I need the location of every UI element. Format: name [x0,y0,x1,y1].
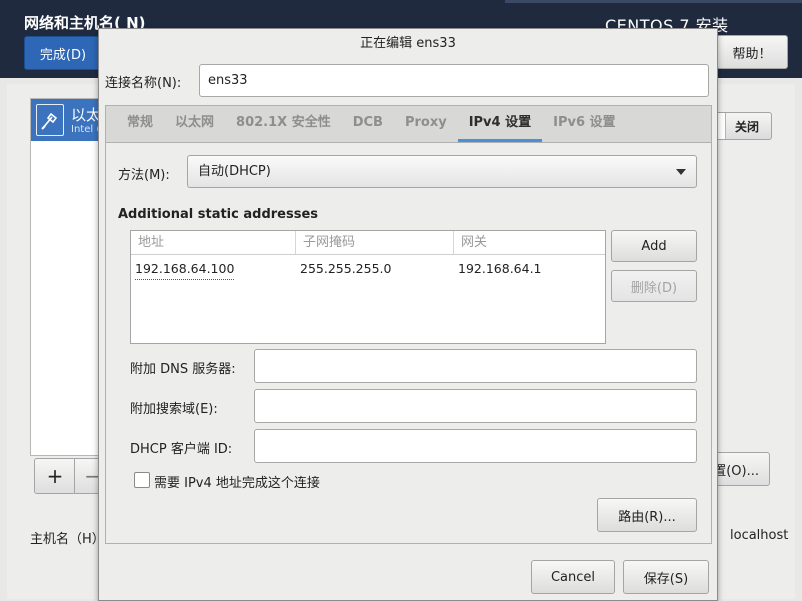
search-domains-label: 附加搜索域(E): [130,402,218,417]
tab-proxy[interactable]: Proxy [394,106,458,142]
done-button[interactable]: 完成(D) [24,36,102,70]
search-domains-input[interactable] [254,389,697,423]
tab-bar: 常规 以太网 802.1X 安全性 DCB Proxy IPv4 设置 IPv6… [106,106,711,143]
table-cell-netmask[interactable]: 255.255.255.0 [300,259,391,279]
routes-button[interactable]: 路由(R)... [597,498,697,532]
hostname-label: 主机名（H） [30,532,105,547]
device-toggle-switch[interactable]: 关闭 [710,112,772,140]
method-dropdown[interactable]: 自动(DHCP) [187,155,697,188]
current-hostname: localhost [730,528,789,543]
device-name: 以太 [71,106,102,124]
save-button[interactable]: 保存(S) [623,560,709,594]
tab-ethernet[interactable]: 以太网 [164,106,225,142]
add-device-button[interactable]: + [34,458,76,494]
method-label: 方法(M): [118,168,170,183]
add-address-button[interactable]: Add [611,230,697,262]
require-ipv4-checkbox[interactable] [134,472,150,488]
column-header-gateway[interactable]: 网关 [454,231,605,255]
connection-name-input[interactable]: ens33 [199,64,709,97]
dialog-title: 正在编辑 ens33 [360,36,456,51]
device-list [30,98,102,456]
addresses-heading: Additional static addresses [118,207,319,222]
tab-8021x-security[interactable]: 802.1X 安全性 [225,106,342,142]
cancel-button[interactable]: Cancel [531,560,615,594]
dns-servers-input[interactable] [254,349,697,383]
tab-general[interactable]: 常规 [116,106,164,142]
dns-servers-label: 附加 DNS 服务器: [130,362,236,377]
chevron-down-icon [676,169,686,175]
connection-name-label: 连接名称(N): [105,76,182,91]
tab-ipv4-settings[interactable]: IPv4 设置 [457,106,543,142]
help-button[interactable]: 帮助！ [716,35,788,69]
edit-connection-dialog: 正在编辑 ens33 连接名称(N): ens33 常规 以太网 802.1X … [98,28,718,601]
dhcp-client-id-input[interactable] [254,429,697,463]
tab-dcb[interactable]: DCB [342,106,394,142]
delete-address-button[interactable]: 删除(D) [611,270,697,302]
switch-label: 关闭 [734,119,759,134]
settings-notebook: 常规 以太网 802.1X 安全性 DCB Proxy IPv4 设置 IPv6… [105,105,712,544]
table-cell-gateway[interactable]: 192.168.64.1 [458,259,542,279]
column-header-netmask[interactable]: 子网掩码 [296,231,454,255]
tab-ipv6-settings[interactable]: IPv6 设置 [542,106,626,142]
table-cell-address[interactable]: 192.168.64.100 [135,259,235,280]
method-selected-value: 自动(DHCP) [198,164,271,179]
addresses-table[interactable]: 地址 子网掩码 网关 192.168.64.100 255.255.255.0 … [130,230,606,344]
column-header-address[interactable]: 地址 [131,231,296,255]
dhcp-client-id-label: DHCP 客户端 ID: [130,442,233,457]
ethernet-cable-icon [36,104,64,136]
header-accent-line [505,0,802,3]
require-ipv4-label[interactable]: 需要 IPv4 地址完成这个连接 [154,472,320,491]
device-description: Intel ( [71,124,101,135]
